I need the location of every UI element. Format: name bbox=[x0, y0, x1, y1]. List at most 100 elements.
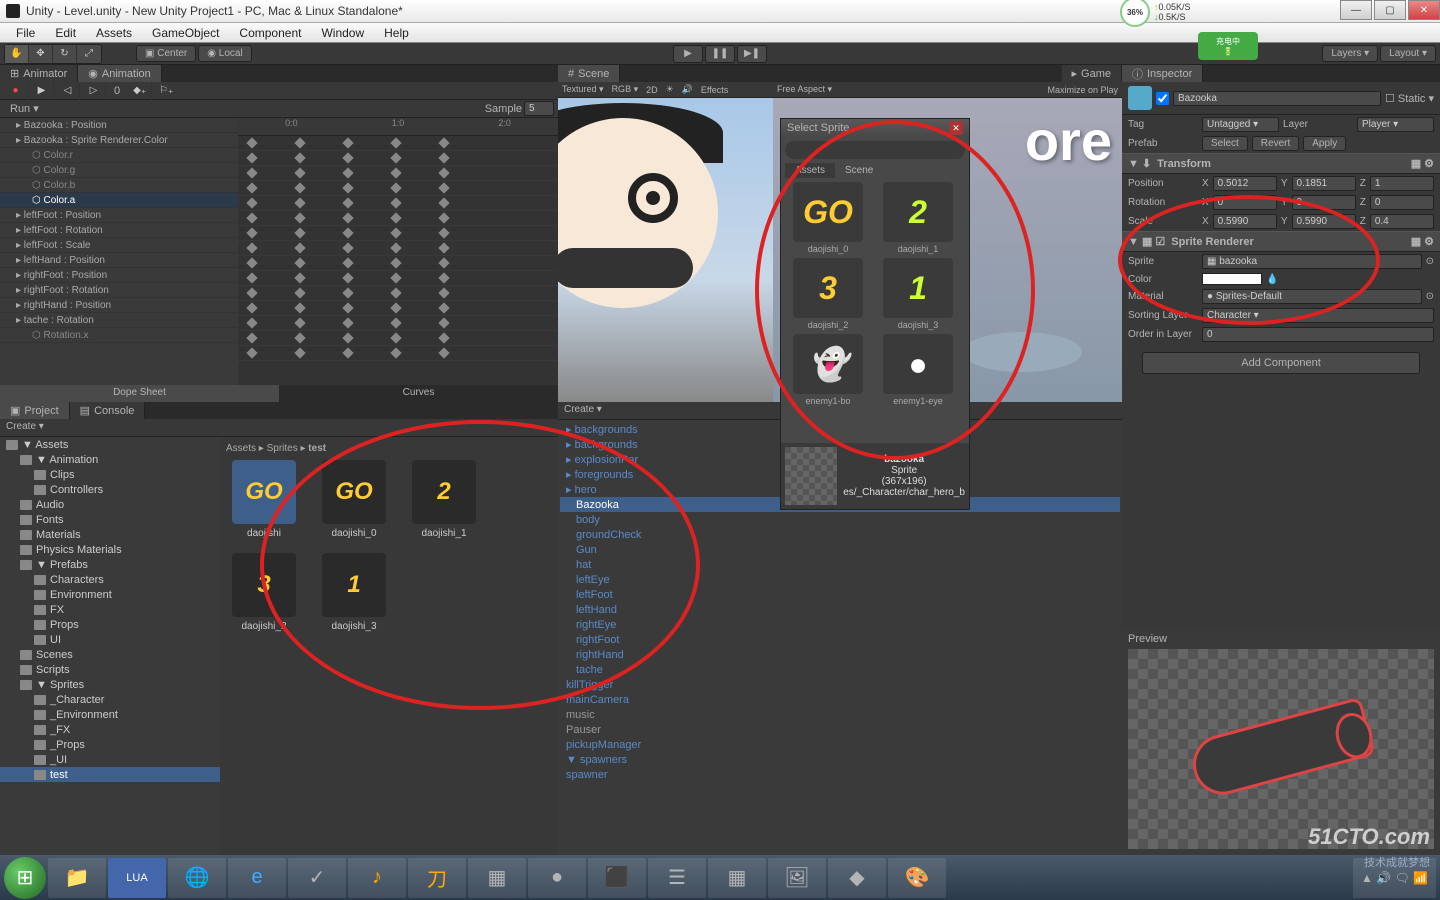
play-button[interactable]: ▶ bbox=[673, 45, 703, 63]
scale-tool[interactable]: ⤢ bbox=[77, 45, 101, 63]
tab-animation[interactable]: ◉ Animation bbox=[78, 65, 162, 82]
curves-tab[interactable]: Curves bbox=[279, 385, 558, 402]
hierarchy-item[interactable]: rightFoot bbox=[560, 632, 1120, 647]
hierarchy-item[interactable]: Gun bbox=[560, 542, 1120, 557]
folder-item[interactable]: _FX bbox=[0, 722, 220, 737]
start-button[interactable]: ⊞ bbox=[4, 857, 46, 899]
maximize-toggle[interactable]: Maximize on Play bbox=[1047, 85, 1118, 95]
hierarchy-item[interactable]: tache bbox=[560, 662, 1120, 677]
rot-y[interactable]: 0 bbox=[1292, 195, 1356, 210]
tab-project[interactable]: ▣ Project bbox=[0, 402, 70, 419]
pos-y[interactable]: 0.1851 bbox=[1292, 176, 1356, 191]
hierarchy-item[interactable]: mainCamera bbox=[560, 692, 1120, 707]
aspect-dropdown[interactable]: Free Aspect ▾ bbox=[777, 84, 832, 95]
task-app5[interactable]: ● bbox=[528, 858, 586, 898]
track-item[interactable]: ▸ leftFoot : Rotation bbox=[0, 223, 238, 238]
track-item[interactable]: ⬡ Color.r bbox=[0, 148, 238, 163]
active-checkbox[interactable] bbox=[1156, 92, 1169, 105]
add-event[interactable]: ⚐₊ bbox=[154, 82, 178, 100]
hierarchy-item[interactable]: groundCheck bbox=[560, 527, 1120, 542]
folder-item[interactable]: Scripts bbox=[0, 662, 220, 677]
track-item[interactable]: ▸ leftFoot : Scale bbox=[0, 238, 238, 253]
prefab-apply[interactable]: Apply bbox=[1303, 136, 1346, 151]
task-unity[interactable]: ◆ bbox=[828, 858, 886, 898]
pos-x[interactable]: 0.5012 bbox=[1213, 176, 1277, 191]
folder-item[interactable]: ▼ Prefabs bbox=[0, 557, 220, 572]
popup-close[interactable]: ✕ bbox=[949, 121, 963, 135]
tab-animator[interactable]: ⊞ Animator bbox=[0, 65, 78, 82]
hierarchy-item[interactable]: leftHand bbox=[560, 602, 1120, 617]
folder-item[interactable]: Characters bbox=[0, 572, 220, 587]
pos-z[interactable]: 1 bbox=[1370, 176, 1434, 191]
space-toggle[interactable]: ◉ Local bbox=[198, 45, 251, 62]
track-item[interactable]: ▸ leftFoot : Position bbox=[0, 208, 238, 223]
hierarchy-item[interactable]: rightEye bbox=[560, 617, 1120, 632]
folder-item[interactable]: FX bbox=[0, 602, 220, 617]
name-field[interactable]: Bazooka bbox=[1173, 91, 1381, 106]
task-app1[interactable]: ✓ bbox=[288, 858, 346, 898]
hierarchy-item[interactable]: hat bbox=[560, 557, 1120, 572]
prefab-revert[interactable]: Revert bbox=[1252, 136, 1299, 151]
tab-game[interactable]: ▸ Game bbox=[1062, 65, 1123, 82]
track-item[interactable]: ⬡ Color.g bbox=[0, 163, 238, 178]
pause-button[interactable]: ❚❚ bbox=[705, 45, 735, 63]
scale-z[interactable]: 0.4 bbox=[1370, 214, 1434, 229]
add-keyframe[interactable]: ◆₊ bbox=[128, 82, 152, 100]
spriterenderer-header[interactable]: ▼ ▦ ☑ Sprite Renderer▦ ⚙ bbox=[1122, 231, 1440, 252]
minimize-button[interactable]: — bbox=[1340, 0, 1372, 20]
task-explorer[interactable]: 📁 bbox=[48, 858, 106, 898]
hierarchy-item[interactable]: music bbox=[560, 707, 1120, 722]
folder-item[interactable]: UI bbox=[0, 632, 220, 647]
track-item[interactable]: ⬡ Rotation.x bbox=[0, 328, 238, 343]
pivot-toggle[interactable]: ▣ Center bbox=[136, 45, 196, 62]
rot-z[interactable]: 0 bbox=[1370, 195, 1434, 210]
popup-tab-assets[interactable]: Assets bbox=[785, 163, 835, 178]
tab-console[interactable]: ▤ Console bbox=[70, 402, 146, 419]
menu-gameobject[interactable]: GameObject bbox=[142, 24, 229, 42]
folder-item[interactable]: _Props bbox=[0, 737, 220, 752]
task-app8[interactable]: ▦ bbox=[708, 858, 766, 898]
sprite-item[interactable]: 3daojishi_2 bbox=[785, 258, 871, 330]
layers-dropdown[interactable]: Layers ▾ bbox=[1322, 45, 1378, 62]
menu-window[interactable]: Window bbox=[311, 24, 374, 42]
track-list[interactable]: ▸ Bazooka : Position▸ Bazooka : Sprite R… bbox=[0, 118, 238, 385]
sprite-item[interactable]: 👻enemy1-bo bbox=[785, 334, 871, 406]
effects-toggle[interactable]: Effects bbox=[701, 85, 728, 95]
task-lua[interactable]: LUA bbox=[108, 858, 166, 898]
track-item[interactable]: ▸ Bazooka : Position bbox=[0, 118, 238, 133]
sprite-field[interactable]: ▦ bazooka bbox=[1202, 254, 1422, 269]
anim-next-key[interactable]: ▷ bbox=[82, 82, 106, 100]
menu-component[interactable]: Component bbox=[229, 24, 311, 42]
folder-item[interactable]: _Character bbox=[0, 692, 220, 707]
track-item[interactable]: ⬡ Color.a bbox=[0, 193, 238, 208]
scene-viewport[interactable] bbox=[558, 98, 773, 402]
asset-item[interactable]: GOdaojishi bbox=[226, 460, 302, 539]
rotate-tool[interactable]: ↻ bbox=[53, 45, 77, 63]
anim-play[interactable]: ▶ bbox=[30, 82, 54, 100]
preview-canvas[interactable] bbox=[1128, 649, 1434, 849]
asset-item[interactable]: GOdaojishi_0 bbox=[316, 460, 392, 539]
task-photo[interactable]: 🖼 bbox=[768, 858, 826, 898]
sprite-item[interactable]: GOdaojishi_0 bbox=[785, 182, 871, 254]
draw-mode[interactable]: Textured ▾ bbox=[562, 84, 604, 95]
track-item[interactable]: ▸ rightHand : Position bbox=[0, 298, 238, 313]
popup-search[interactable] bbox=[785, 141, 965, 159]
task-app3[interactable]: 刀 bbox=[408, 858, 466, 898]
task-app4[interactable]: ▦ bbox=[468, 858, 526, 898]
menu-assets[interactable]: Assets bbox=[86, 24, 142, 42]
hierarchy-item[interactable]: spawner bbox=[560, 767, 1120, 782]
scale-x[interactable]: 0.5990 bbox=[1213, 214, 1277, 229]
dopesheet-tab[interactable]: Dope Sheet bbox=[0, 385, 279, 402]
track-item[interactable]: ▸ leftHand : Position bbox=[0, 253, 238, 268]
order-field[interactable]: 0 bbox=[1202, 327, 1434, 342]
hierarchy-item[interactable]: leftFoot bbox=[560, 587, 1120, 602]
record-button[interactable]: ● bbox=[4, 82, 28, 100]
folder-tree[interactable]: ▼ Assets▼ AnimationClipsControllersAudio… bbox=[0, 437, 220, 855]
track-item[interactable]: ▸ tache : Rotation bbox=[0, 313, 238, 328]
folder-item[interactable]: ▼ Animation bbox=[0, 452, 220, 467]
close-button[interactable]: ✕ bbox=[1408, 0, 1440, 20]
breadcrumb[interactable]: Assets ▸ Sprites ▸ test bbox=[226, 443, 552, 454]
hierarchy-item[interactable]: leftEye bbox=[560, 572, 1120, 587]
task-app6[interactable]: ⬛ bbox=[588, 858, 646, 898]
hierarchy-item[interactable]: killTrigger bbox=[560, 677, 1120, 692]
